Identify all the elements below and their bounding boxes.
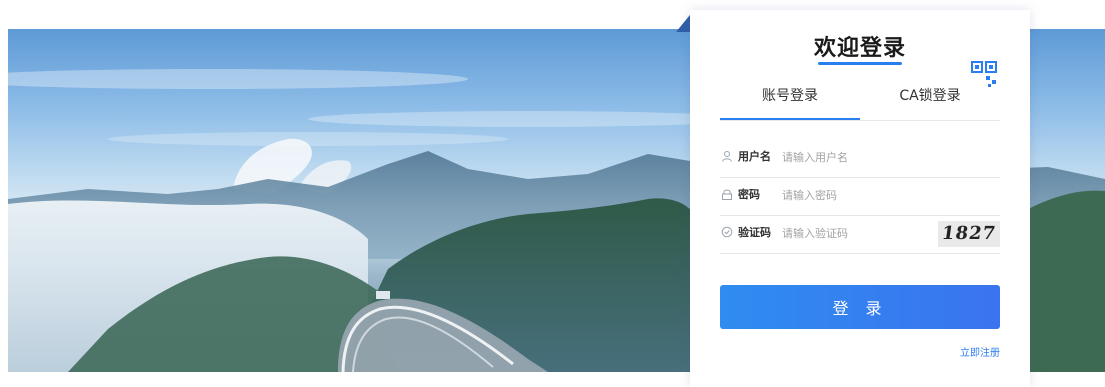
lock-icon (720, 188, 734, 202)
register-link[interactable]: 立即注册 (960, 344, 1000, 359)
tab-ca-lock-login[interactable]: CA锁登录 (860, 84, 1000, 118)
login-tabs: 账号登录 CA锁登录 (720, 84, 1000, 121)
user-icon (720, 150, 734, 164)
title-underline (818, 62, 902, 65)
captcha-image[interactable]: 1827 (938, 221, 1000, 247)
password-input[interactable] (782, 186, 992, 204)
username-input[interactable] (782, 148, 992, 166)
captcha-input[interactable] (782, 224, 932, 242)
username-field: 用户名 (720, 140, 1000, 178)
login-title: 欢迎登录 (813, 36, 906, 61)
tab-account-login[interactable]: 账号登录 (720, 84, 860, 120)
shield-check-icon (720, 226, 734, 240)
password-field: 密码 (720, 178, 1000, 216)
login-button[interactable]: 登 录 (720, 285, 1000, 329)
login-card: 欢迎登录 账号登录 CA锁登录 用户名 密码 验证码 1 (690, 10, 1030, 387)
password-label: 密码 (738, 188, 760, 201)
captcha-label: 验证码 (738, 226, 771, 239)
captcha-text: 1827 (940, 223, 998, 244)
username-label: 用户名 (738, 150, 771, 163)
captcha-field: 验证码 1827 (720, 216, 1000, 254)
